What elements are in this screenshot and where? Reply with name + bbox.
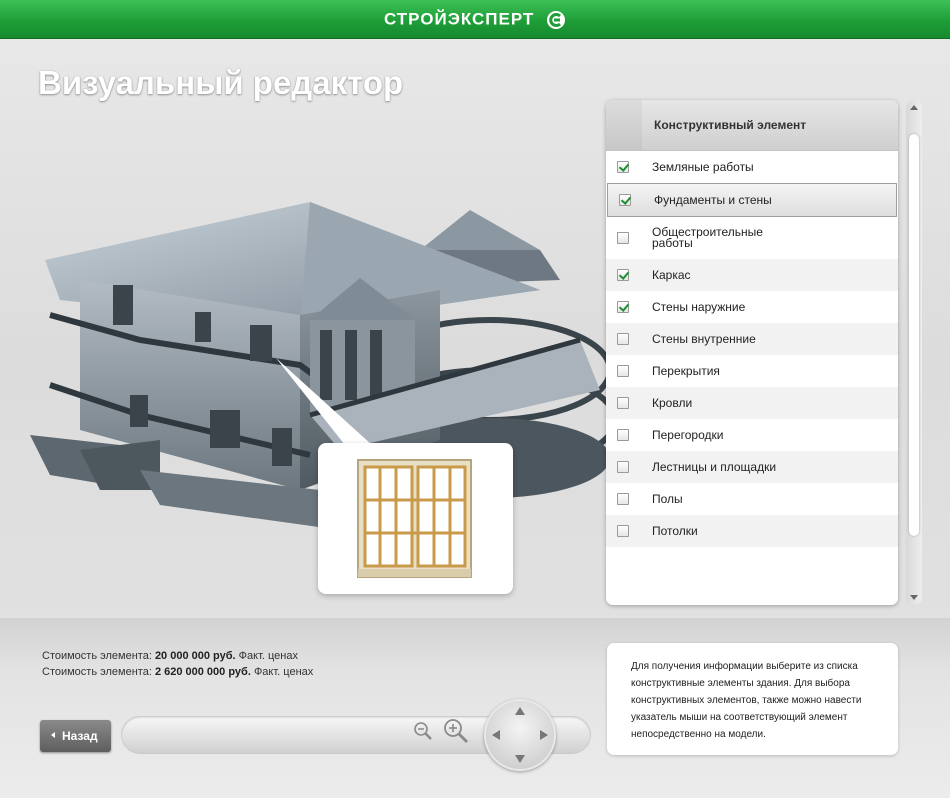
element-checkbox[interactable]	[619, 194, 631, 206]
zoom-out-icon[interactable]	[412, 720, 434, 742]
info-text: Для получения информации выберите из спи…	[631, 661, 862, 740]
element-checkbox[interactable]	[617, 525, 629, 537]
element-checkbox[interactable]	[617, 429, 629, 441]
element-row[interactable]: Стены наружние	[606, 291, 898, 323]
brand: СТРОЙЭКСПЕРТ	[0, 9, 950, 30]
element-label: Стены внутренние	[652, 331, 756, 346]
element-row[interactable]: Стены внутренние	[606, 323, 898, 355]
element-label: Потолки	[652, 523, 698, 538]
element-checkbox[interactable]	[617, 232, 629, 244]
element-label: Земляные работы	[652, 159, 754, 174]
scroll-up-arrow-icon[interactable]	[910, 105, 918, 110]
element-label: Стены наружние	[652, 299, 746, 314]
window-preview-icon	[357, 459, 472, 578]
element-checkbox[interactable]	[617, 301, 629, 313]
element-checkbox[interactable]	[617, 365, 629, 377]
scroll-thumb[interactable]	[909, 134, 919, 536]
element-checkbox[interactable]	[617, 397, 629, 409]
element-row[interactable]: Общестроительные работы	[606, 217, 898, 259]
element-row[interactable]: Лестницы и площадки	[606, 451, 898, 483]
element-cost-value-2: 2 620 000 000 руб.	[154, 666, 251, 678]
element-label: Общестроительные работы	[652, 225, 763, 250]
element-row[interactable]: Каркас	[606, 259, 898, 291]
element-cost-line-1: Стоимость элемента: 20 000 000 руб. Факт…	[42, 650, 298, 662]
building-model[interactable]	[20, 190, 610, 610]
element-label: Кровли	[652, 395, 693, 410]
element-label: Лестницы и площадки	[652, 459, 777, 474]
element-row[interactable]: Перегородки	[606, 419, 898, 451]
panel-header-label: Конструктивный элемент	[654, 118, 807, 132]
navigation-dpad[interactable]	[484, 699, 556, 771]
back-button[interactable]: Назад	[40, 720, 111, 752]
brand-logo-icon	[547, 10, 566, 29]
info-box: Для получения информации выберите из спи…	[607, 643, 898, 755]
element-label: Перекрытия	[652, 363, 720, 378]
back-button-label: Назад	[62, 729, 98, 743]
element-checkbox[interactable]	[617, 493, 629, 505]
element-row[interactable]: Полы	[606, 483, 898, 515]
element-cost-value-1: 20 000 000 руб.	[154, 650, 236, 662]
arrow-up-icon[interactable]	[515, 707, 525, 715]
scroll-down-arrow-icon[interactable]	[910, 595, 918, 600]
element-checkbox[interactable]	[617, 269, 629, 281]
element-row[interactable]: Потолки	[606, 515, 898, 547]
element-row[interactable]: Кровли	[606, 387, 898, 419]
element-label: Полы	[652, 491, 683, 506]
structural-element-panel: Конструктивный элемент Земляные работы Фу…	[606, 100, 898, 605]
element-label: Фундаменты и стены	[654, 192, 772, 207]
element-row[interactable]: Фундаменты и стены	[607, 183, 897, 217]
element-checkbox[interactable]	[617, 333, 629, 345]
element-list: Земляные работы Фундаменты и стены Общестр…	[606, 151, 898, 547]
element-label: Перегородки	[652, 427, 724, 442]
zoom-in-icon[interactable]	[442, 717, 470, 745]
element-checkbox[interactable]	[617, 161, 629, 173]
element-row[interactable]: Перекрытия	[606, 355, 898, 387]
element-row[interactable]: Земляные работы	[606, 151, 898, 183]
element-label: Каркас	[652, 267, 691, 282]
panel-scrollbar[interactable]	[906, 100, 922, 605]
top-bar: СТРОЙЭКСПЕРТ	[0, 0, 950, 39]
element-preview-callout	[318, 443, 513, 594]
arrow-left-icon[interactable]	[492, 730, 500, 740]
brand-name: СТРОЙЭКСПЕРТ	[383, 9, 535, 29]
arrow-right-icon[interactable]	[540, 730, 548, 740]
chevron-left-icon	[51, 732, 55, 738]
arrow-down-icon[interactable]	[515, 755, 525, 763]
element-cost-line-2: Стоимость элемента: 2 620 000 000 руб. Ф…	[42, 666, 314, 678]
page-title: Визуальный редактор	[38, 64, 404, 101]
panel-header: Конструктивный элемент	[606, 100, 898, 151]
element-checkbox[interactable]	[617, 461, 629, 473]
